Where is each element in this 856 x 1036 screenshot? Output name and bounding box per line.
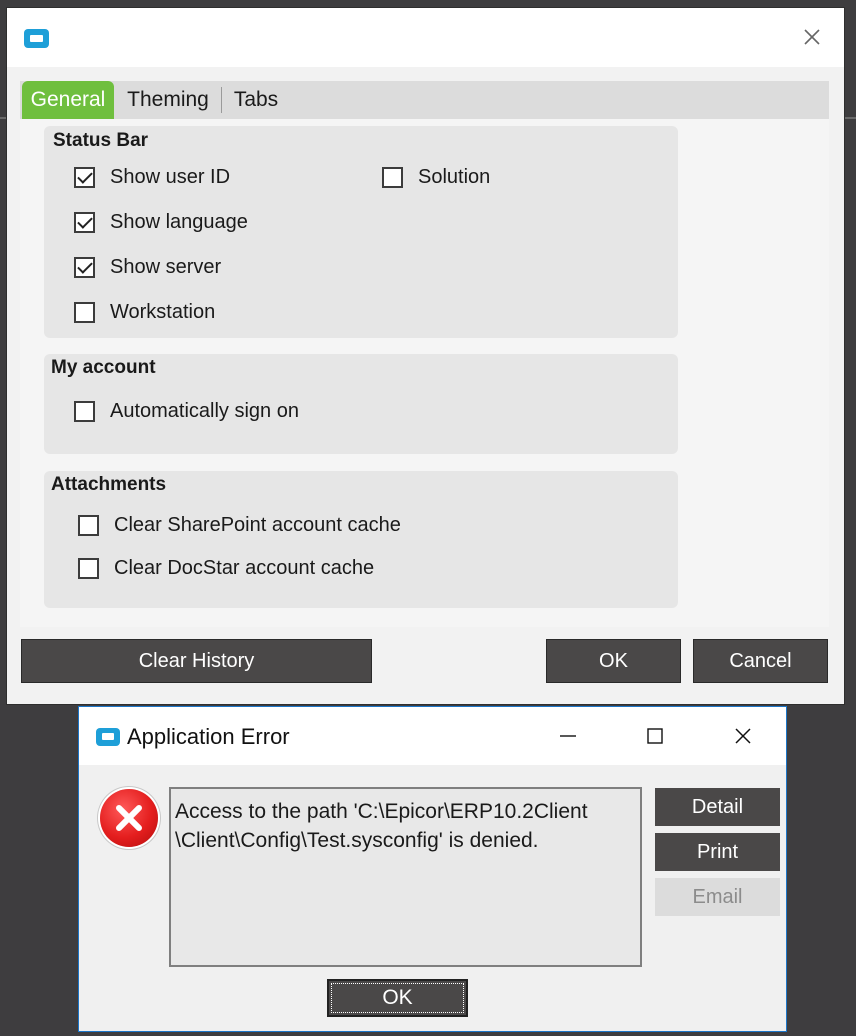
auto-sign-on-label: Automatically sign on xyxy=(110,399,299,422)
status-bar-title: Status Bar xyxy=(53,130,149,151)
status-bar-group: Status Bar Show user ID Show language Sh… xyxy=(44,126,678,338)
options-dialog: General Theming Tabs Status Bar Show use… xyxy=(7,8,844,704)
error-dialog-title: Application Error xyxy=(127,724,290,749)
tab-theming[interactable]: Theming xyxy=(120,81,216,119)
cancel-button[interactable]: Cancel xyxy=(693,639,828,683)
detail-button[interactable]: Detail xyxy=(655,788,780,826)
error-ok-button[interactable]: OK xyxy=(327,979,468,1017)
workstation-option[interactable]: Workstation xyxy=(74,299,215,325)
auto-sign-on-checkbox[interactable] xyxy=(74,400,95,422)
show-language-option[interactable]: Show language xyxy=(74,209,248,235)
show-server-option[interactable]: Show server xyxy=(74,254,221,280)
show-user-id-option[interactable]: Show user ID xyxy=(74,164,230,190)
auto-sign-on-option[interactable]: Automatically sign on xyxy=(74,398,299,424)
close-icon[interactable] xyxy=(730,723,756,749)
show-server-label: Show server xyxy=(110,255,222,278)
workstation-label: Workstation xyxy=(110,300,216,323)
clear-docstar-label: Clear DocStar account cache xyxy=(114,556,375,579)
tab-strip: General Theming Tabs xyxy=(20,81,829,119)
show-language-label: Show language xyxy=(110,210,248,233)
tab-separator xyxy=(221,87,222,113)
error-message-line: Access to the path 'C:\Epicor\ERP10.2Cli… xyxy=(175,800,588,823)
solution-checkbox[interactable] xyxy=(382,166,403,188)
workstation-checkbox[interactable] xyxy=(74,301,95,323)
show-server-checkbox[interactable] xyxy=(74,256,95,278)
clear-docstar-option[interactable]: Clear DocStar account cache xyxy=(78,555,374,581)
ok-button[interactable]: OK xyxy=(546,639,681,683)
clear-sharepoint-label: Clear SharePoint account cache xyxy=(114,513,401,536)
attachments-title: Attachments xyxy=(51,474,167,495)
error-icon xyxy=(100,789,158,847)
show-user-id-checkbox[interactable] xyxy=(74,166,95,188)
show-user-id-label: Show user ID xyxy=(110,165,231,188)
close-icon[interactable] xyxy=(801,26,823,48)
clear-sharepoint-checkbox[interactable] xyxy=(78,514,99,536)
clear-docstar-checkbox[interactable] xyxy=(78,557,99,579)
solution-label: Solution xyxy=(418,165,491,188)
error-message-box: Access to the path 'C:\Epicor\ERP10.2Cli… xyxy=(169,787,642,967)
error-titlebar: Application Error xyxy=(79,707,786,765)
my-account-title: My account xyxy=(51,357,156,378)
application-error-dialog: Application Error Access to the path 'C:… xyxy=(78,706,787,1032)
focus-rectangle xyxy=(331,983,464,1013)
clear-history-button[interactable]: Clear History xyxy=(21,639,372,683)
options-titlebar xyxy=(7,8,844,67)
error-message-line: \Client\Config\Test.sysconfig' is denied… xyxy=(175,829,539,852)
app-icon xyxy=(24,29,49,48)
minimize-icon[interactable] xyxy=(555,723,581,749)
tab-general[interactable]: General xyxy=(22,81,114,119)
email-button: Email xyxy=(655,878,780,916)
attachments-group: Attachments Clear SharePoint account cac… xyxy=(44,471,678,608)
maximize-icon[interactable] xyxy=(642,723,668,749)
clear-sharepoint-option[interactable]: Clear SharePoint account cache xyxy=(78,512,401,538)
show-language-checkbox[interactable] xyxy=(74,211,95,233)
my-account-group: My account Automatically sign on xyxy=(44,354,678,454)
app-icon xyxy=(96,728,120,746)
tab-tabs[interactable]: Tabs xyxy=(225,81,287,119)
print-button[interactable]: Print xyxy=(655,833,780,871)
solution-option[interactable]: Solution xyxy=(382,164,490,190)
